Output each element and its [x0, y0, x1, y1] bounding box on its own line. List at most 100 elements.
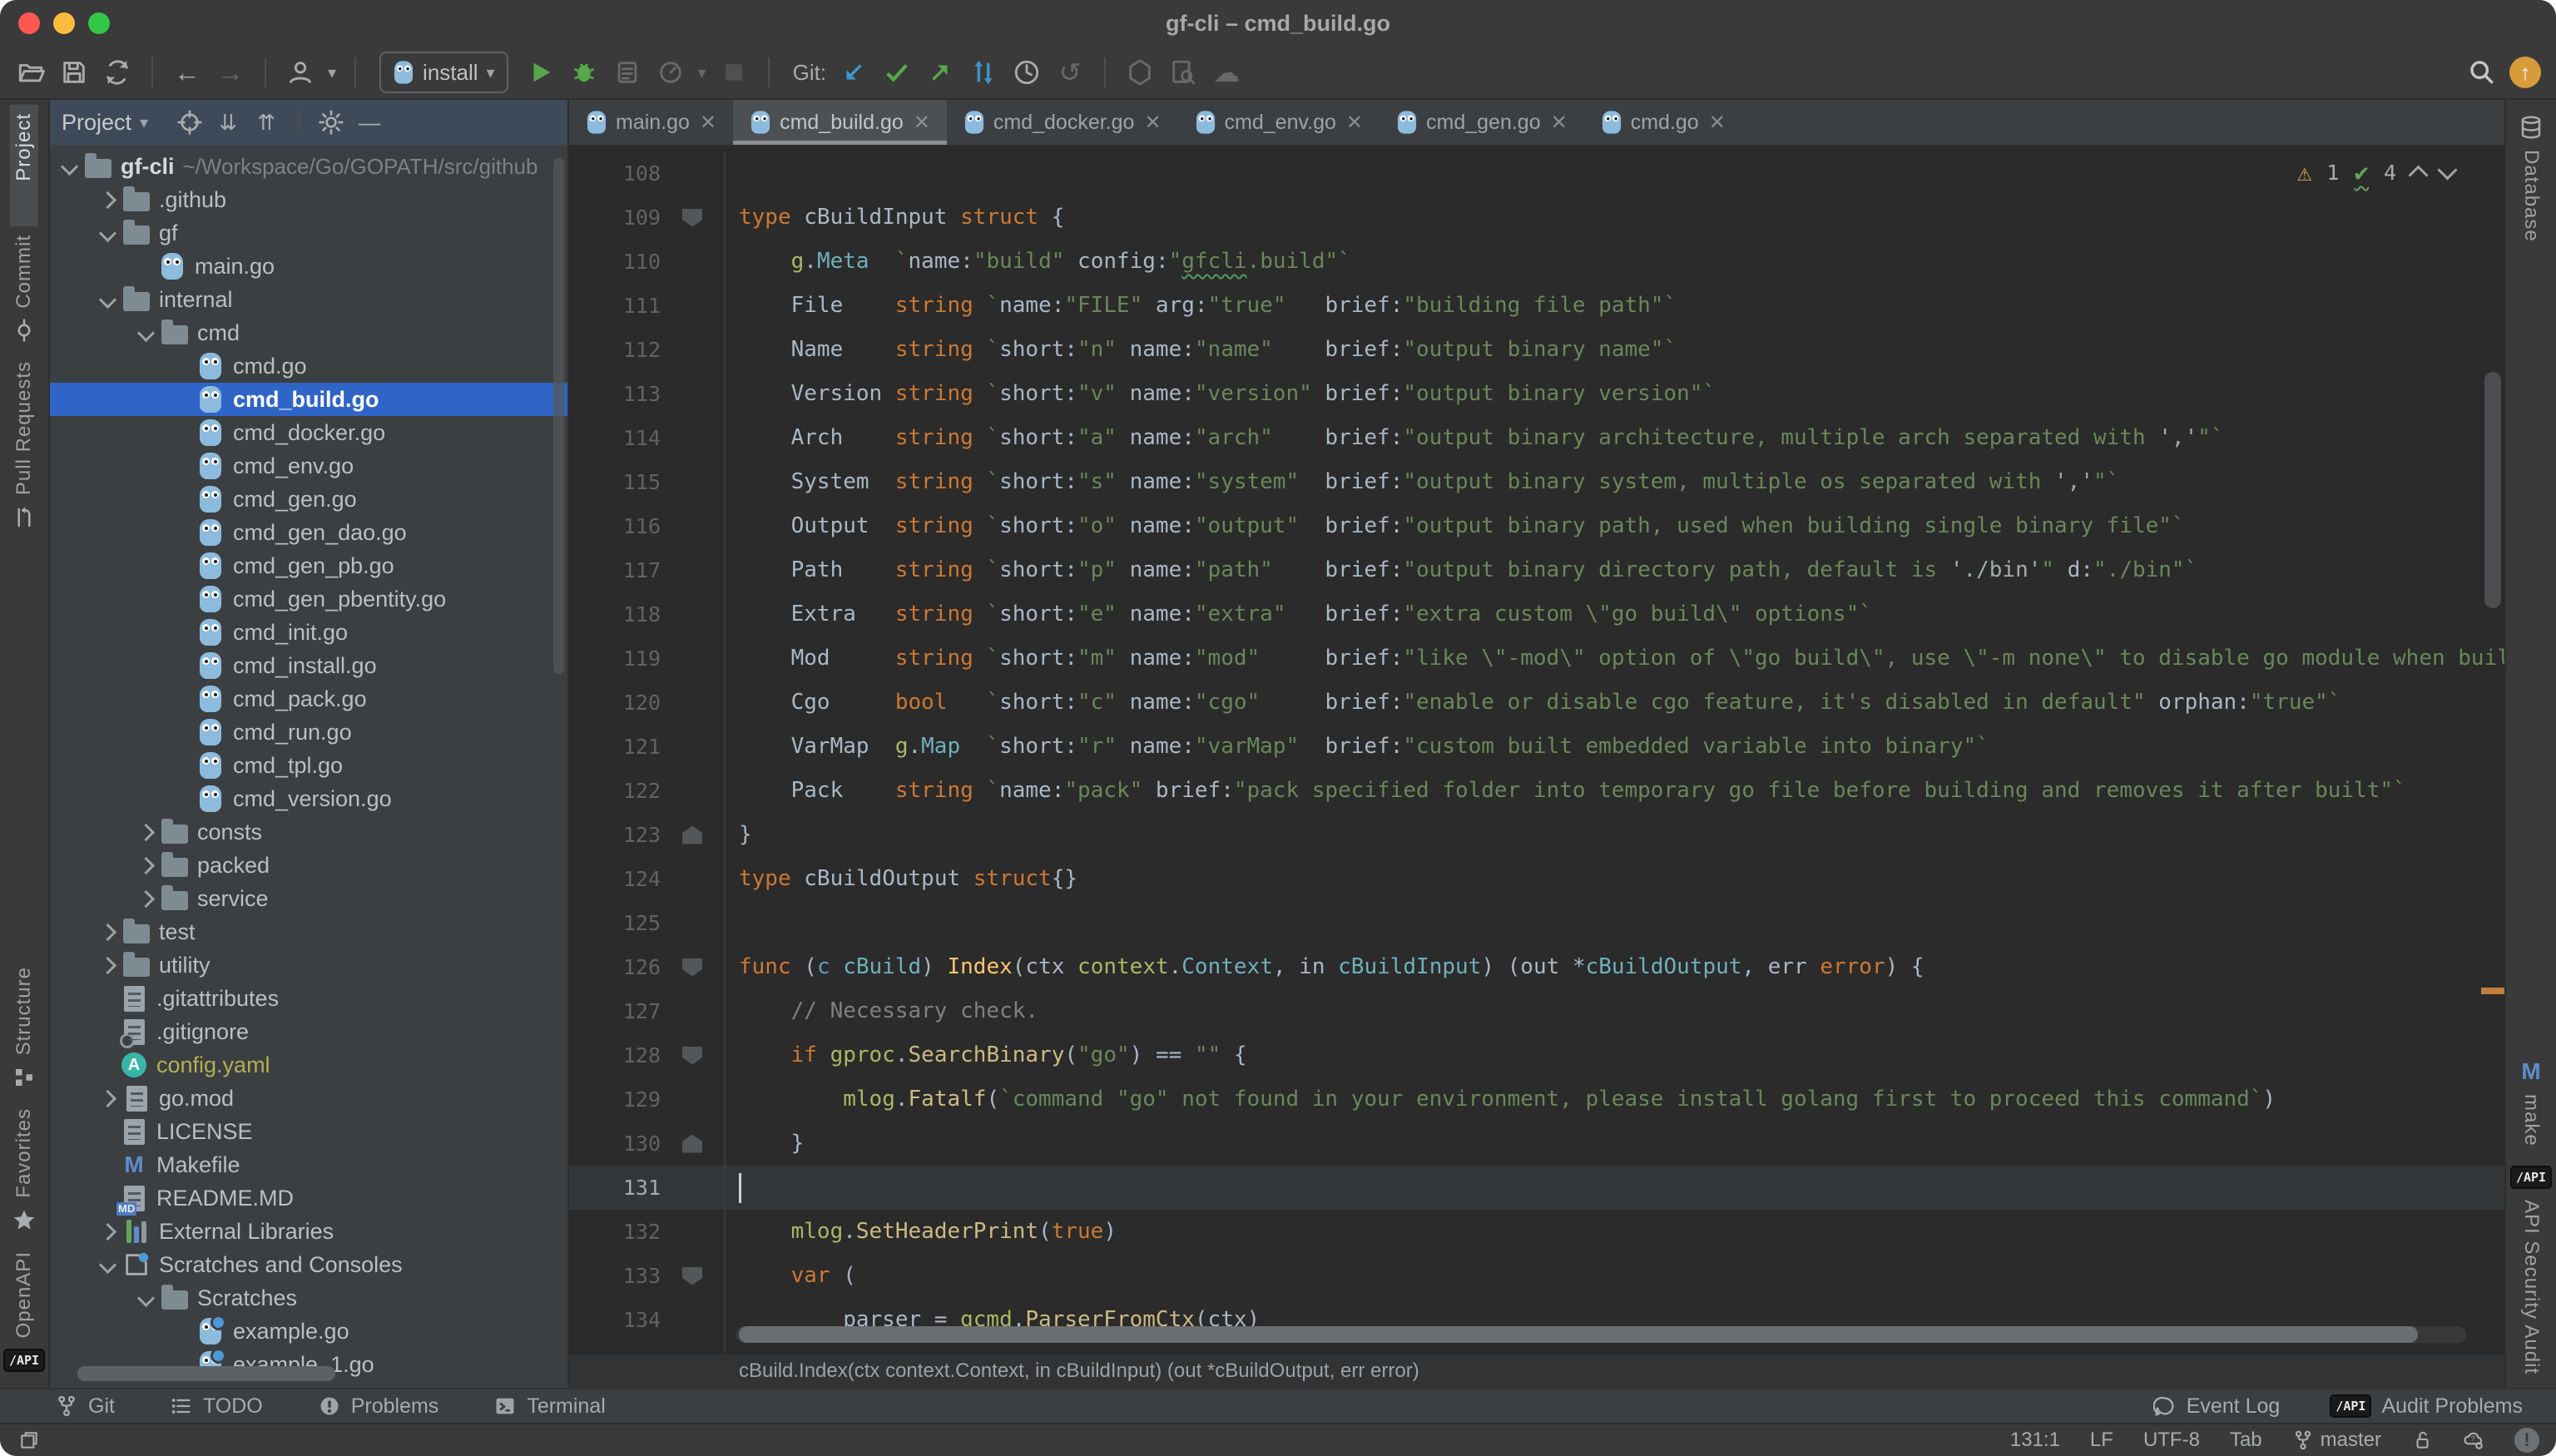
- tree-item-cmd-go[interactable]: cmd.go: [50, 349, 567, 383]
- tool-bar-button-git[interactable]: Git: [55, 1394, 115, 1419]
- tree-item-test[interactable]: test: [50, 915, 567, 948]
- tool-stripe-button-favorites[interactable]: Favorites: [10, 1100, 38, 1243]
- fold-marker-icon[interactable]: [661, 813, 724, 857]
- tree-chevron-icon[interactable]: [99, 1222, 116, 1240]
- cloud-settings-icon[interactable]: ?: [2463, 1429, 2484, 1451]
- tool-stripe-button-pull-requests[interactable]: Pull Requests: [10, 353, 38, 540]
- tree-item-cmd-install-go[interactable]: cmd_install.go: [50, 649, 567, 682]
- tree-item-readme-md[interactable]: MDREADME.MD: [50, 1181, 567, 1215]
- tree-chevron-icon[interactable]: [137, 823, 155, 840]
- tool-stripe-button-openapi[interactable]: OpenAPI/API: [10, 1243, 38, 1383]
- tree-item-cmd-pack-go[interactable]: cmd_pack.go: [50, 682, 567, 716]
- back-icon[interactable]: ←: [171, 57, 203, 88]
- fold-marker-icon[interactable]: [661, 196, 724, 240]
- sync-icon[interactable]: [102, 57, 133, 88]
- coverage-button[interactable]: [612, 57, 643, 88]
- fold-marker-icon[interactable]: [661, 1033, 724, 1077]
- notifications-icon[interactable]: !: [2514, 1428, 2539, 1453]
- fold-marker-icon[interactable]: [661, 1122, 724, 1166]
- tool-stripe-button-commit[interactable]: Commit: [10, 226, 38, 354]
- close-tab-icon[interactable]: ✕: [700, 111, 716, 135]
- git-push-icon[interactable]: [924, 57, 956, 88]
- tree-item-consts[interactable]: consts: [50, 815, 567, 849]
- editor-tab-cmd-go[interactable]: cmd.go✕: [1584, 100, 1742, 145]
- close-tab-icon[interactable]: ✕: [1346, 111, 1363, 135]
- tree-chevron-icon[interactable]: [137, 324, 155, 341]
- tree-item-cmd-version-go[interactable]: cmd_version.go: [50, 782, 567, 815]
- tool-bar-button-todo[interactable]: TODO: [170, 1394, 263, 1419]
- tree-item-gf-cli[interactable]: gf-cli~/Workspace/Go/GOPATH/src/github: [50, 150, 567, 183]
- editor-tab-main-go[interactable]: main.go✕: [569, 100, 733, 145]
- hide-panel-icon[interactable]: —: [356, 109, 383, 136]
- tree-chevron-icon[interactable]: [99, 290, 116, 308]
- tree-chevron-icon[interactable]: [137, 1289, 155, 1306]
- caret-position[interactable]: 131:1: [2010, 1429, 2060, 1452]
- inspections-widget[interactable]: ⚠ 1 ✔ 4: [2291, 156, 2461, 188]
- collapse-all-icon[interactable]: ⇈: [253, 109, 280, 136]
- tree-item-scratches[interactable]: Scratches: [50, 1281, 567, 1315]
- tool-bar-button-audit-problems[interactable]: /APIAudit Problems: [2330, 1394, 2523, 1419]
- tool-bar-button-terminal[interactable]: Terminal: [493, 1394, 605, 1419]
- tree-item-config-yaml[interactable]: Aconfig.yaml: [50, 1048, 567, 1082]
- tree-chevron-icon[interactable]: [137, 889, 155, 907]
- tool-windows-icon[interactable]: [17, 1428, 42, 1453]
- tool-stripe-button-api-security-audit[interactable]: /APIAPI Security Audit: [2517, 1155, 2545, 1383]
- tree-chevron-icon[interactable]: [99, 1255, 116, 1273]
- tree-horizontal-scrollbar[interactable]: [77, 1366, 335, 1381]
- rollback-icon[interactable]: ↺: [1054, 57, 1086, 88]
- project-tree[interactable]: gf-cli~/Workspace/Go/GOPATH/src/github.g…: [50, 145, 567, 1388]
- tree-chevron-icon[interactable]: [61, 157, 78, 175]
- next-problem-icon[interactable]: [2437, 160, 2457, 180]
- tree-item-cmd-init-go[interactable]: cmd_init.go: [50, 616, 567, 649]
- close-tab-icon[interactable]: ✕: [1144, 111, 1161, 135]
- tree-item-cmd-tpl-go[interactable]: cmd_tpl.go: [50, 749, 567, 782]
- chevron-down-icon[interactable]: ▾: [140, 112, 148, 133]
- git-branch[interactable]: master: [2292, 1429, 2381, 1452]
- settings-gear-icon[interactable]: [318, 109, 344, 136]
- profiler-button[interactable]: [655, 57, 686, 88]
- tree-item-cmd-build-go[interactable]: cmd_build.go: [50, 383, 567, 416]
- save-icon[interactable]: [58, 57, 90, 88]
- stop-button[interactable]: [718, 57, 750, 88]
- tree-item-license[interactable]: LICENSE: [50, 1115, 567, 1148]
- tree-item-scratches-and-consoles[interactable]: Scratches and Consoles: [50, 1248, 567, 1281]
- open-icon[interactable]: [15, 57, 47, 88]
- tree-item-makefile[interactable]: MMakefile: [50, 1148, 567, 1181]
- tool-bar-button-problems[interactable]: Problems: [318, 1394, 439, 1419]
- tree-item--gitattributes[interactable]: .gitattributes: [50, 982, 567, 1015]
- tree-item-packed[interactable]: packed: [50, 849, 567, 882]
- tool-stripe-button-database[interactable]: Database: [2517, 105, 2545, 250]
- forward-icon[interactable]: →: [215, 57, 246, 88]
- tool-stripe-button-project[interactable]: Project: [10, 105, 38, 226]
- fold-marker-icon[interactable]: [661, 945, 724, 989]
- fold-marker-icon[interactable]: [661, 1254, 724, 1298]
- search-everywhere-icon[interactable]: [2466, 57, 2498, 88]
- tree-item--github[interactable]: .github: [50, 183, 567, 216]
- breadcrumb[interactable]: cBuild.Index(ctx context.Context, in cBu…: [569, 1359, 1419, 1383]
- tree-vertical-scrollbar[interactable]: [553, 158, 564, 674]
- locate-file-icon[interactable]: [176, 109, 203, 136]
- tree-item-cmd-env-go[interactable]: cmd_env.go: [50, 449, 567, 483]
- tool-stripe-button-structure[interactable]: Structure: [10, 958, 38, 1100]
- run-configuration-select[interactable]: install ▾: [379, 52, 508, 93]
- tree-item-cmd-gen-pb-go[interactable]: cmd_gen_pb.go: [50, 549, 567, 582]
- previous-problem-icon[interactable]: [2408, 165, 2428, 185]
- find-usages-icon[interactable]: [1167, 57, 1199, 88]
- editor-vertical-scrollbar[interactable]: [2484, 372, 2501, 608]
- tree-item-cmd-gen-go[interactable]: cmd_gen.go: [50, 483, 567, 516]
- warning-stripe-mark[interactable]: [2481, 988, 2504, 994]
- close-tab-icon[interactable]: ✕: [1551, 111, 1568, 135]
- lock-icon[interactable]: [2411, 1429, 2433, 1451]
- update-available-icon[interactable]: ↑: [2509, 57, 2541, 88]
- cloud-icon[interactable]: ☁: [1211, 57, 1242, 88]
- editor-tab-cmd_env-go[interactable]: cmd_env.go✕: [1178, 100, 1380, 145]
- tree-item-service[interactable]: service: [50, 882, 567, 915]
- user-icon[interactable]: [285, 57, 316, 88]
- editor-horizontal-scrollbar[interactable]: [736, 1326, 2466, 1343]
- tree-item-example-go[interactable]: example.go: [50, 1315, 567, 1348]
- tree-item-main-go[interactable]: main.go: [50, 250, 567, 283]
- close-tab-icon[interactable]: ✕: [914, 111, 930, 135]
- expand-all-icon[interactable]: ⇊: [215, 109, 241, 136]
- tool-stripe-button-make[interactable]: Mmake: [2517, 1049, 2545, 1155]
- line-separator[interactable]: LF: [2090, 1429, 2113, 1452]
